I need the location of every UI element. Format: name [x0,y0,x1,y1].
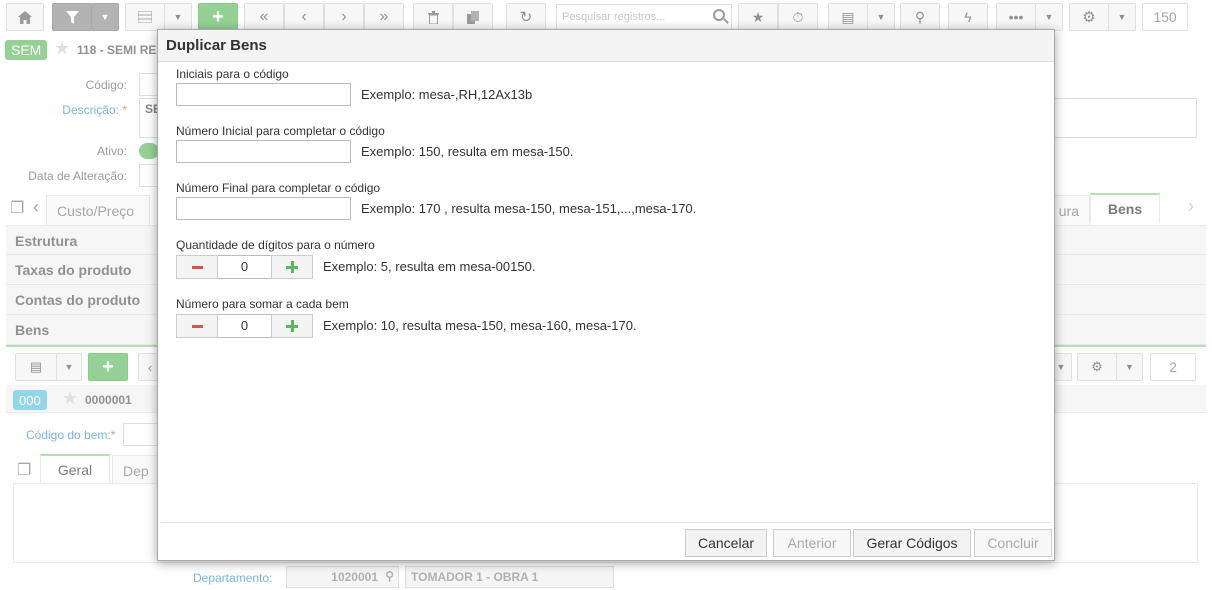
numero-final-label: Número Final para completar o código [176,181,381,195]
somar-increment-button[interactable] [271,314,313,338]
digitos-label: Quantidade de dígitos para o número [176,238,375,252]
digitos-stepper: 0 [176,255,313,279]
minus-icon [191,324,203,328]
iniciais-input[interactable] [176,83,351,106]
numero-inicial-hint: Exemplo: 150, resulta em mesa-150. [361,144,574,159]
plus-icon [286,261,298,273]
digitos-increment-button[interactable] [271,255,313,279]
iniciais-label: Iniciais para o código [176,67,289,81]
anterior-button[interactable]: Anterior [773,529,851,557]
somar-value-input[interactable]: 0 [218,314,271,338]
numero-final-hint: Exemplo: 170 , resulta mesa-150, mesa-15… [361,201,697,216]
numero-final-input[interactable] [176,197,351,220]
digitos-value-input[interactable]: 0 [218,255,271,279]
dialog-footer: Cancelar Anterior Gerar Códigos Concluir [161,522,1052,560]
concluir-button[interactable]: Concluir [974,529,1052,557]
gerar-codigos-button[interactable]: Gerar Códigos [853,529,971,557]
digitos-decrement-button[interactable] [176,255,218,279]
somar-label: Número para somar a cada bem [176,297,349,311]
duplicar-bens-dialog: Duplicar Bens Iniciais para o código Exe… [157,29,1055,561]
minus-icon [191,265,203,269]
somar-stepper: 0 [176,314,313,338]
somar-decrement-button[interactable] [176,314,218,338]
plus-icon [286,320,298,332]
dialog-title: Duplicar Bens [158,30,1054,62]
numero-inicial-input[interactable] [176,140,351,163]
digitos-hint: Exemplo: 5, resulta em mesa-00150. [323,259,536,274]
cancelar-button[interactable]: Cancelar [685,529,767,557]
iniciais-hint: Exemplo: mesa-,RH,12Ax13b [361,87,533,102]
somar-hint: Exemplo: 10, resulta mesa-150, mesa-160,… [323,318,637,333]
numero-inicial-label: Número Inicial para completar o código [176,124,385,138]
